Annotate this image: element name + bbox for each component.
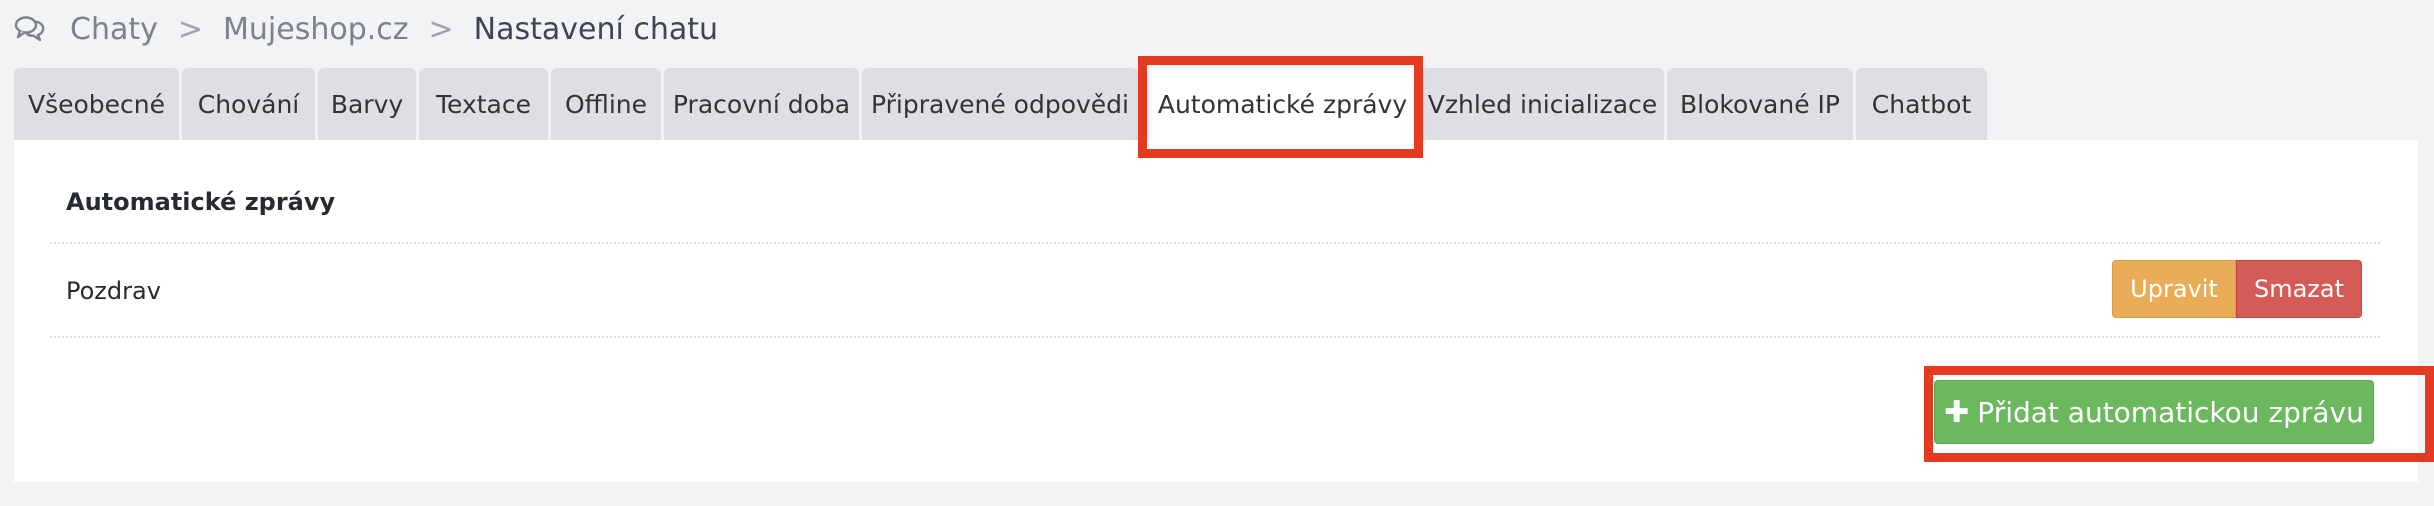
tab-colors[interactable]: Barvy xyxy=(318,68,416,140)
breadcrumb-separator: > xyxy=(177,11,204,47)
chat-bubbles-icon xyxy=(14,12,48,46)
tab-blocked-ip[interactable]: Blokované IP xyxy=(1667,68,1853,140)
tab-behavior[interactable]: Chování xyxy=(182,68,315,140)
breadcrumb-separator: > xyxy=(428,11,454,47)
delete-button[interactable]: Smazat xyxy=(2236,260,2362,318)
tab-offline[interactable]: Offline xyxy=(551,68,661,140)
edit-button[interactable]: Upravit xyxy=(2112,260,2236,318)
breadcrumb-link-shop[interactable]: Mujeshop.cz xyxy=(223,12,409,47)
tab-texts[interactable]: Textace xyxy=(419,68,548,140)
tab-init-appearance[interactable]: Vzhled inicializace xyxy=(1421,68,1664,140)
tab-prepared-answers[interactable]: Připravené odpovědi xyxy=(862,68,1138,140)
page-title: Nastavení chatu xyxy=(473,11,719,47)
divider xyxy=(50,336,2380,338)
add-automatic-message-button[interactable]: ✚ Přidat automatickou zprávu xyxy=(1934,380,2374,444)
add-button-label: Přidat automatickou zprávu xyxy=(1977,395,2364,429)
section-title: Automatické zprávy xyxy=(66,188,336,216)
divider xyxy=(50,242,2380,244)
tab-working-hours[interactable]: Pracovní doba xyxy=(664,68,859,140)
tab-general[interactable]: Všeobecné xyxy=(14,68,179,140)
tab-chatbot[interactable]: Chatbot xyxy=(1856,68,1987,140)
plus-icon: ✚ xyxy=(1944,394,1970,430)
row-actions: Upravit Smazat xyxy=(2112,260,2362,320)
tab-content-panel: Automatické zprávy Pozdrav Upravit Smaza… xyxy=(14,140,2418,482)
message-name: Pozdrav xyxy=(66,277,161,305)
breadcrumb: Chaty > Mujeshop.cz > Nastavení chatu xyxy=(14,6,718,52)
tab-automatic-messages[interactable]: Automatické zprávy xyxy=(1151,66,1414,142)
breadcrumb-link-chats[interactable]: Chaty xyxy=(70,12,158,47)
